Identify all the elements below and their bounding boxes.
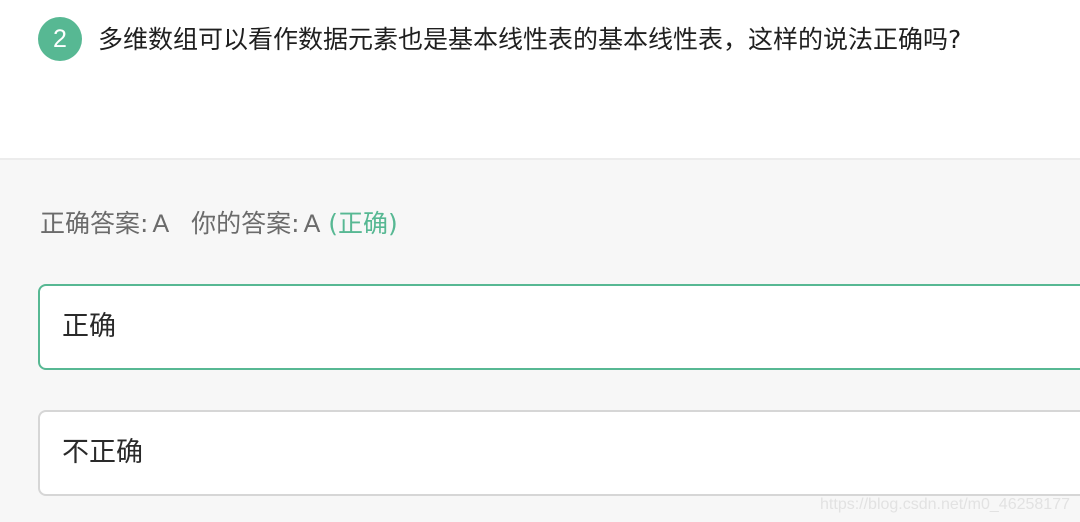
your-answer-label: 你的答案: <box>191 209 300 238</box>
question-number-badge: 2 <box>38 17 82 61</box>
option-correct[interactable]: 正确 <box>38 284 1080 370</box>
watermark: https://blog.csdn.net/m0_46258177 <box>820 496 1070 513</box>
correct-answer-label: 正确答案: <box>40 209 149 238</box>
question-text: 多维数组可以看作数据元素也是基本线性表的基本线性表，这样的说法正确吗? <box>98 25 962 54</box>
quiz-page: 2 多维数组可以看作数据元素也是基本线性表的基本线性表，这样的说法正确吗? 正确… <box>0 0 1080 522</box>
question-card: 2 多维数组可以看作数据元素也是基本线性表的基本线性表，这样的说法正确吗? <box>0 0 1080 160</box>
correct-answer-value: A <box>152 210 170 238</box>
option-label: 不正确 <box>62 437 143 468</box>
answer-panel: 正确答案: A 你的答案: A (正确) 正确 不正确 https://blog.csd… <box>0 160 1080 522</box>
option-label: 正确 <box>62 311 116 342</box>
your-answer-value: A <box>303 210 321 238</box>
option-incorrect[interactable]: 不正确 <box>38 410 1080 496</box>
answer-summary: 正确答案: A 你的答案: A (正确) <box>40 204 398 244</box>
answer-verdict: (正确) <box>328 209 398 238</box>
